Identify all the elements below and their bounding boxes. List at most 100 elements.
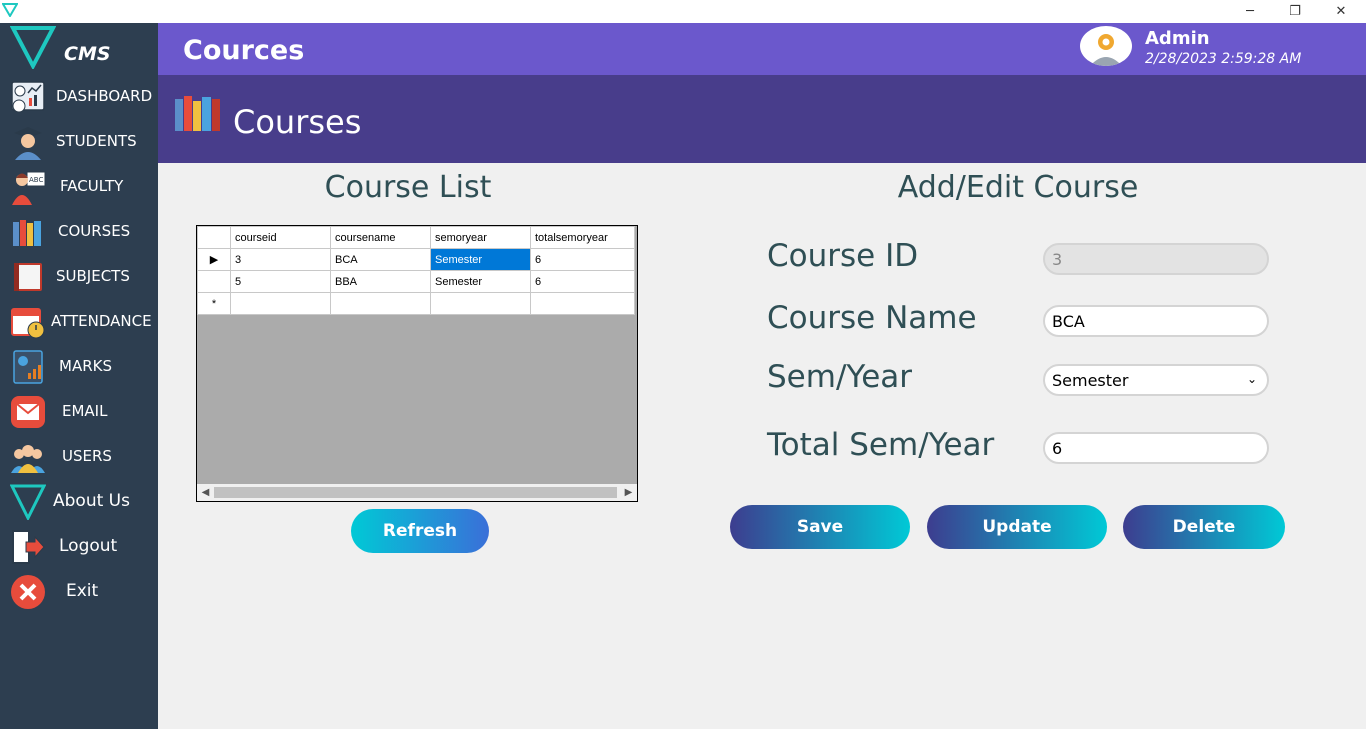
app-triangle-icon: [2, 3, 18, 17]
svg-text:ABC: ABC: [29, 176, 43, 184]
current-datetime: 2/28/2023 2:59:28 AM: [1145, 51, 1302, 67]
sem-year-selected-value: Semester: [1052, 370, 1129, 390]
sidebar-item-label: STUDENTS: [56, 132, 137, 150]
sidebar-item-label: EMAIL: [62, 402, 108, 420]
sidebar-item-label: FACULTY: [60, 177, 124, 195]
sidebar-item-label: Logout: [59, 536, 118, 556]
user-name: Admin: [1145, 28, 1210, 49]
avatar[interactable]: [1080, 26, 1132, 66]
admin-avatar-icon: [1090, 34, 1122, 66]
delete-button[interactable]: Delete: [1123, 505, 1285, 549]
sidebar-item-students[interactable]: STUDENTS: [0, 120, 158, 164]
sidebar-item-exit[interactable]: Exit: [0, 570, 158, 614]
sem-year-select[interactable]: Semester ⌄: [1043, 364, 1269, 396]
course-table: courseid coursename semoryear totalsemor…: [197, 226, 635, 315]
table-cell[interactable]: 6: [530, 248, 635, 271]
sidebar-item-label: Exit: [66, 581, 99, 601]
horizontal-scrollbar[interactable]: ◀ ▶: [197, 484, 637, 501]
sidebar: CMS DASHBOARD STUDENTS ABC FACULTY COURS…: [0, 23, 158, 729]
report-icon: [13, 350, 43, 384]
table-cell[interactable]: [430, 292, 531, 315]
dashboard-icon: [11, 81, 45, 113]
course-id-label: Course ID: [767, 238, 919, 274]
table-cell[interactable]: [330, 292, 431, 315]
scroll-right-icon[interactable]: ▶: [620, 484, 637, 501]
table-cell[interactable]: [530, 292, 635, 315]
logo-triangle-icon: [10, 484, 46, 520]
save-button[interactable]: Save: [730, 505, 910, 549]
book-icon: [14, 263, 42, 291]
sidebar-item-label: About Us: [53, 491, 130, 511]
app-logo: CMS: [0, 23, 158, 75]
column-header[interactable]: semoryear: [430, 226, 531, 249]
faculty-icon: ABC: [12, 171, 46, 205]
update-button[interactable]: Update: [927, 505, 1107, 549]
sidebar-item-courses[interactable]: COURSES: [0, 210, 158, 254]
course-grid[interactable]: courseid coursename semoryear totalsemor…: [196, 225, 638, 502]
table-row[interactable]: ▶ 3 BCA Semester 6: [197, 248, 635, 271]
course-id-field[interactable]: 3: [1043, 243, 1269, 275]
minimize-button[interactable]: ─: [1227, 0, 1273, 23]
sidebar-item-email[interactable]: EMAIL: [0, 390, 158, 434]
banner-title: Courses: [233, 103, 362, 141]
table-row[interactable]: 5 BBA Semester 6: [197, 270, 635, 293]
table-cell[interactable]: BBA: [330, 270, 431, 293]
course-name-label: Course Name: [767, 300, 977, 336]
sidebar-item-users[interactable]: USERS: [0, 435, 158, 479]
new-row-marker[interactable]: *: [197, 292, 231, 315]
sem-year-label: Sem/Year: [767, 359, 913, 395]
table-new-row[interactable]: *: [197, 292, 635, 315]
restore-button[interactable]: ❐: [1272, 0, 1318, 23]
sidebar-item-about-us[interactable]: About Us: [0, 480, 158, 524]
sidebar-item-marks[interactable]: MARKS: [0, 345, 158, 389]
exit-icon: [11, 575, 45, 609]
course-name-field[interactable]: BCA: [1043, 305, 1269, 337]
row-header[interactable]: [197, 270, 231, 293]
scrollbar-thumb[interactable]: [214, 487, 617, 498]
current-row-indicator-icon[interactable]: ▶: [197, 248, 231, 271]
column-header[interactable]: coursename: [330, 226, 431, 249]
books-icon: [175, 96, 220, 131]
header-bar: Cources Admin 2/28/2023 2:59:28 AM: [158, 23, 1366, 75]
sidebar-item-attendance[interactable]: ATTENDANCE: [0, 300, 158, 344]
table-cell[interactable]: 3: [230, 248, 331, 271]
refresh-button[interactable]: Refresh: [351, 509, 489, 553]
course-list-heading: Course List: [324, 170, 492, 205]
table-cell[interactable]: 5: [230, 270, 331, 293]
table-cell[interactable]: [230, 292, 331, 315]
sidebar-item-label: ATTENDANCE: [51, 312, 152, 330]
table-cell-selected[interactable]: Semester: [430, 248, 531, 271]
student-icon: [14, 127, 42, 160]
column-header[interactable]: totalsemoryear: [530, 226, 635, 249]
close-button[interactable]: ✕: [1318, 0, 1364, 23]
books-icon: [13, 220, 41, 246]
row-header-corner: [197, 226, 231, 249]
table-cell[interactable]: Semester: [430, 270, 531, 293]
sidebar-item-label: USERS: [62, 447, 112, 465]
table-header-row: courseid coursename semoryear totalsemor…: [197, 226, 635, 249]
email-icon: [11, 396, 45, 428]
page-banner: Courses: [158, 75, 1366, 163]
app-name: CMS: [64, 43, 111, 65]
scroll-left-icon[interactable]: ◀: [197, 484, 214, 501]
table-cell[interactable]: 6: [530, 270, 635, 293]
sidebar-item-label: COURSES: [58, 222, 131, 240]
sidebar-item-faculty[interactable]: ABC FACULTY: [0, 165, 158, 209]
page-title: Cources: [183, 35, 305, 66]
total-sem-year-field[interactable]: 6: [1043, 432, 1269, 464]
table-cell[interactable]: BCA: [330, 248, 431, 271]
users-icon: [11, 445, 45, 473]
sidebar-item-logout[interactable]: Logout: [0, 525, 158, 569]
add-edit-heading: Add/Edit Course: [897, 170, 1139, 205]
logout-icon: [12, 530, 45, 564]
sidebar-item-subjects[interactable]: SUBJECTS: [0, 255, 158, 299]
calendar-icon: [11, 308, 45, 339]
sidebar-item-label: MARKS: [59, 357, 112, 375]
sidebar-item-dashboard[interactable]: DASHBOARD: [0, 75, 158, 119]
total-sem-year-label: Total Sem/Year: [767, 427, 995, 463]
chevron-down-icon[interactable]: ⌄: [1247, 372, 1257, 386]
sidebar-item-label: SUBJECTS: [56, 267, 130, 285]
sidebar-item-label: DASHBOARD: [56, 87, 153, 105]
column-header[interactable]: courseid: [230, 226, 331, 249]
logo-triangle-icon: [10, 26, 56, 69]
